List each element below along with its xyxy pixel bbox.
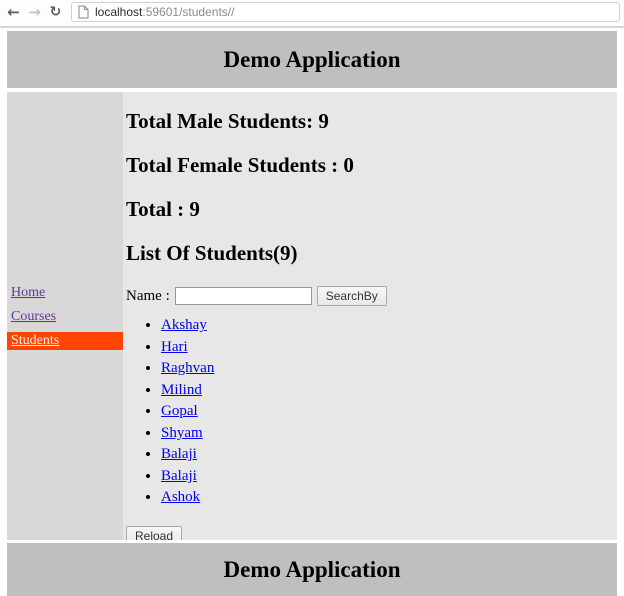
page-document-icon: [78, 5, 89, 19]
url-text: localhost:59601/students//: [95, 5, 234, 19]
name-label: Name :: [126, 287, 170, 304]
list-item: Ashok: [161, 490, 614, 505]
sidebar-item-home[interactable]: Home: [7, 284, 123, 302]
student-link-akshay[interactable]: Akshay: [161, 317, 207, 333]
list-item: Gopal: [161, 404, 614, 419]
page-title: Demo Application: [223, 46, 401, 72]
list-item: Balaji: [161, 468, 614, 484]
list-item: Shyam: [161, 425, 614, 441]
list-of-students-heading: List Of Students(9): [126, 241, 298, 266]
back-icon[interactable]: ←: [4, 3, 23, 22]
student-link-gopal[interactable]: Gopal: [161, 403, 198, 419]
sidebar-item-students[interactable]: Students: [7, 332, 123, 350]
page-header: Demo Application: [7, 31, 617, 88]
total-female-students-heading: Total Female Students : 0: [126, 153, 354, 178]
list-item: Akshay: [161, 318, 614, 333]
list-item: Balaji: [161, 447, 614, 462]
student-link-milind[interactable]: Milind: [161, 382, 202, 398]
student-link-shyam[interactable]: Shyam: [161, 425, 203, 441]
reload-button[interactable]: Reload: [126, 525, 183, 540]
total-heading: Total : 9: [126, 197, 200, 222]
sidebar: Home Courses Students: [7, 92, 123, 540]
sidebar-item-courses[interactable]: Courses: [7, 308, 123, 326]
content-area: Home Courses Students Total Male Student…: [7, 92, 617, 540]
total-male-students-heading: Total Male Students: 9: [126, 109, 329, 133]
list-item: Hari: [161, 339, 614, 355]
student-link-balaji-1[interactable]: Balaji: [161, 446, 197, 462]
student-link-balaji-2[interactable]: Balaji: [161, 468, 197, 484]
forward-icon[interactable]: →: [25, 3, 44, 22]
url-path: :59601/students//: [142, 5, 235, 19]
student-list: Akshay Hari Raghvan Milind Gopal Shyam B…: [126, 318, 614, 505]
page-footer: Demo Application: [7, 543, 617, 596]
main-content: Total Male Students: 9 Total Female Stud…: [123, 92, 617, 540]
url-host: localhost: [95, 5, 143, 19]
browser-toolbar: ← → ↻ localhost:59601/students//: [0, 0, 624, 28]
list-item: Milind: [161, 382, 614, 398]
search-row: Name : SearchBy: [126, 286, 614, 307]
student-link-raghvan[interactable]: Raghvan: [161, 360, 214, 376]
footer-title: Demo Application: [223, 556, 401, 582]
searchby-button[interactable]: SearchBy: [316, 286, 387, 307]
name-search-input[interactable]: [174, 287, 312, 306]
student-link-ashok[interactable]: Ashok: [161, 489, 200, 505]
address-bar[interactable]: localhost:59601/students//: [71, 2, 620, 22]
refresh-icon[interactable]: ↻: [46, 3, 65, 22]
student-link-hari[interactable]: Hari: [161, 339, 188, 355]
list-item: Raghvan: [161, 361, 614, 376]
